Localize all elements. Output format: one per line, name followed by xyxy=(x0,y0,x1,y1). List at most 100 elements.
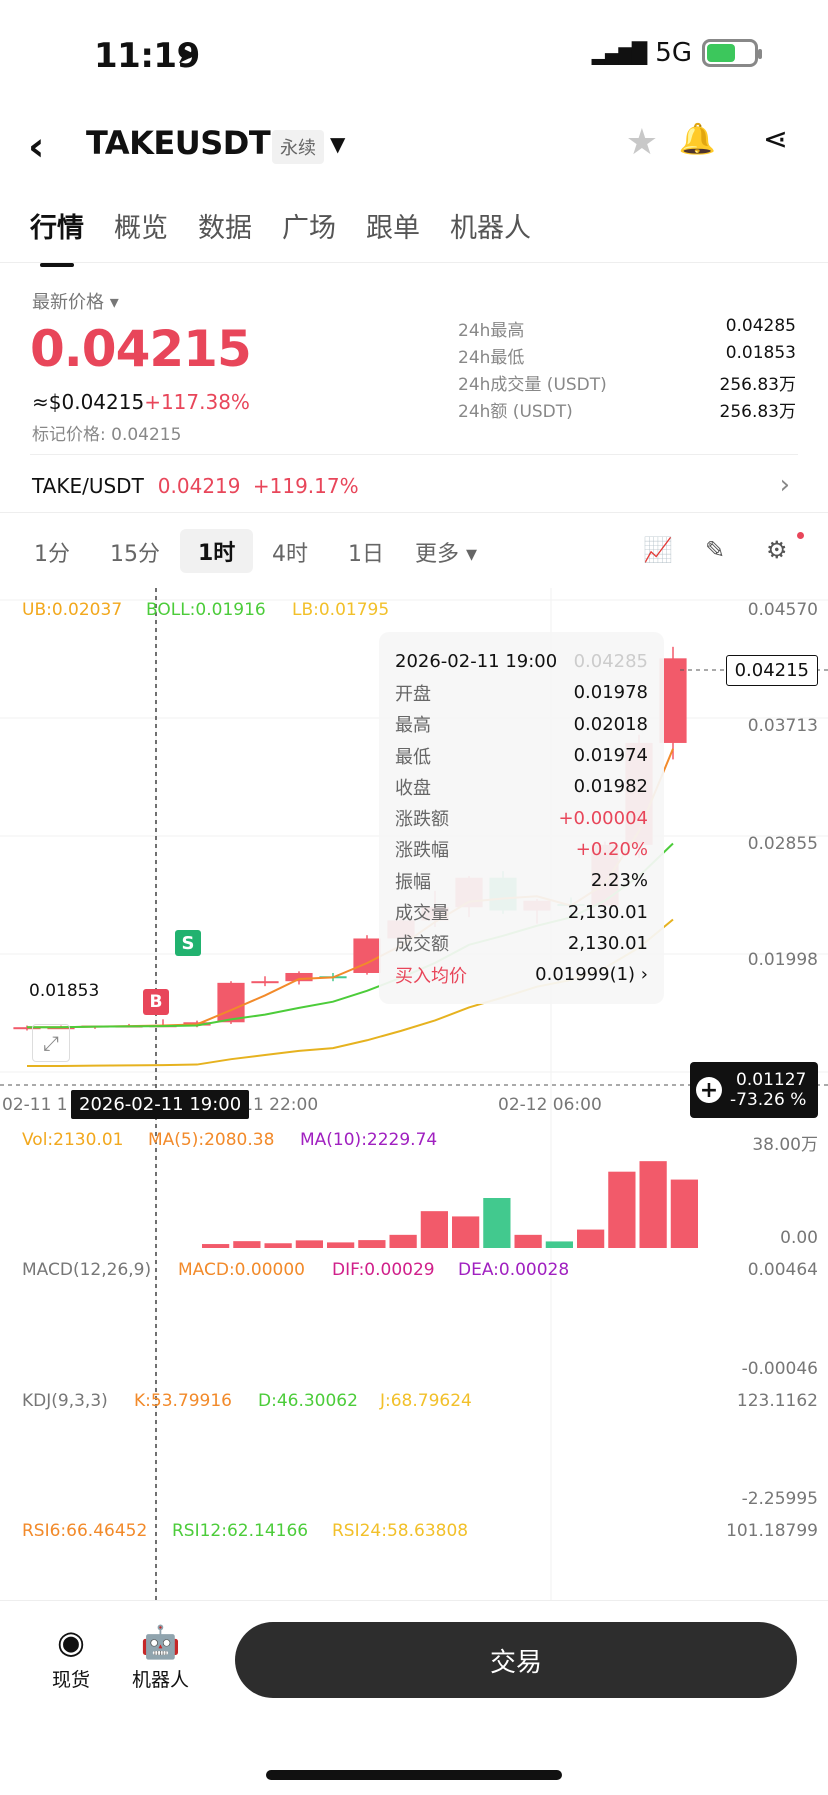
x-axis-label: 02-12 06:00 xyxy=(498,1095,602,1115)
tooltip-row: 成交量 2,130.01 xyxy=(395,901,648,925)
divider xyxy=(0,512,828,513)
buy-marker: B xyxy=(143,989,169,1015)
last-price-tag: 0.04215 xyxy=(725,655,818,686)
volume-bar xyxy=(514,1234,542,1248)
vol-label: Vol:2130.01 xyxy=(22,1130,124,1150)
volume-bar xyxy=(327,1242,355,1248)
tab-market[interactable]: 行情 xyxy=(30,206,84,267)
star-icon[interactable]: ★ xyxy=(626,122,658,163)
tab-data[interactable]: 数据 xyxy=(198,206,252,245)
y-axis-label: 0.01998 xyxy=(747,950,818,970)
volume-bar xyxy=(358,1240,386,1248)
interval-bar: 1分 15分 1时 4时 1日 更多 ▾ 📈 ✎ ⚙ xyxy=(0,522,828,580)
sell-marker: S xyxy=(175,930,201,956)
expand-icon[interactable]: ⤢ xyxy=(32,1024,70,1062)
interval-1d[interactable]: 1日 xyxy=(348,536,384,568)
last-price: 0.04215 xyxy=(30,320,252,378)
network-label: 5G xyxy=(655,38,692,68)
stats-24h: 24h最高 0.04285 24h最低 0.01853 24h成交量 (USDT) 2… xyxy=(458,316,796,424)
volume-bar xyxy=(264,1243,292,1248)
chevron-right-icon[interactable]: › xyxy=(780,470,790,500)
bell-plus-icon[interactable]: 🔔 xyxy=(679,122,716,157)
bot-button[interactable]: 🤖 机器人 xyxy=(132,1623,189,1692)
macd-dif: DIF:0.00029 xyxy=(332,1260,435,1280)
boll-ub: UB:0.02037 xyxy=(22,600,123,620)
notification-dot xyxy=(797,532,804,539)
kdj-title: KDJ(9,3,3) xyxy=(22,1391,108,1411)
kdj-max: 123.1162 xyxy=(736,1391,818,1411)
symbol-title[interactable]: TAKEUSDT xyxy=(86,124,271,162)
status-right: ▂▄▆█ 5G xyxy=(591,38,762,68)
header: ‹ TAKEUSDT 永续 ▼ ★ 🔔 ⋖ xyxy=(0,118,828,176)
volume-bar xyxy=(295,1240,323,1248)
indicator-icon[interactable]: 📈 xyxy=(643,536,673,564)
tab-bot[interactable]: 机器人 xyxy=(450,206,531,245)
interval-1m[interactable]: 1分 xyxy=(34,536,70,568)
ohlc-tooltip: 2026-02-11 19:00 0.04285 开盘 0.01978 最高 0.02… xyxy=(379,632,664,1004)
tab-square[interactable]: 广场 xyxy=(282,206,336,245)
y-axis-label: 0.02855 xyxy=(747,834,818,854)
y-axis-label: 0.03713 xyxy=(747,716,818,736)
kdj-d: D:46.30062 xyxy=(258,1391,358,1411)
rsi-12: RSI12:62.14166 xyxy=(172,1521,309,1541)
y-axis-label: 0.04570 xyxy=(747,600,818,620)
tooltip-row: 振幅 2.23% xyxy=(395,870,648,893)
battery-icon xyxy=(702,39,762,67)
spot-pair-row[interactable]: TAKE/USDT 0.04219 +119.17% xyxy=(32,474,359,498)
cursor-price-tag[interactable]: + 0.01127 -73.26 % xyxy=(690,1062,818,1118)
vol-max: 38.00万 xyxy=(752,1135,818,1155)
robot-icon: 🤖 xyxy=(140,1623,181,1661)
back-icon[interactable]: ‹ xyxy=(28,124,44,170)
boll-mid: BOLL:0.01916 xyxy=(146,600,266,620)
main-tabs: 行情 概览 数据 广场 跟单 机器人 xyxy=(30,206,531,267)
interval-15m[interactable]: 15分 xyxy=(110,536,160,568)
volume-bar xyxy=(202,1244,230,1248)
x-axis-label: 02-11 1 xyxy=(2,1095,68,1115)
interval-4h[interactable]: 4时 xyxy=(272,536,308,568)
interval-1h[interactable]: 1时 xyxy=(180,529,254,573)
kdj-j: J:68.79624 xyxy=(380,1391,472,1411)
draw-pencil-icon[interactable]: ✎ xyxy=(705,536,725,564)
interval-more[interactable]: 更多 ▾ xyxy=(415,536,477,568)
macd-max: 0.00464 xyxy=(747,1260,818,1280)
kdj-k: K:53.79916 xyxy=(134,1391,232,1411)
candle xyxy=(217,982,245,1023)
home-indicator xyxy=(266,1770,562,1780)
volume-bar xyxy=(233,1241,261,1248)
spot-button[interactable]: ◉ 现货 xyxy=(52,1623,90,1692)
macd-value: MACD:0.00000 xyxy=(178,1260,305,1280)
contract-tag[interactable]: 永续 xyxy=(272,130,324,164)
spot-icon: ◉ xyxy=(57,1623,85,1661)
volume-bar xyxy=(670,1179,698,1248)
macd-dea: DEA:0.00028 xyxy=(458,1260,570,1280)
vol-ma5: MA(5):2080.38 xyxy=(148,1130,275,1150)
price-label[interactable]: 最新价格 ▾ xyxy=(32,288,119,314)
location-icon: ➤ xyxy=(176,40,198,70)
tooltip-row: 涨跌幅 +0.20% xyxy=(395,838,648,862)
volume-bar xyxy=(452,1216,480,1248)
cursor-time-tag: 2026-02-11 19:00 xyxy=(71,1090,250,1119)
mark-price: 标记价格: 0.04215 xyxy=(32,425,182,445)
volume-bar xyxy=(420,1211,448,1248)
macd-title: MACD(12,26,9) xyxy=(22,1260,152,1280)
stat-row: 24h最低 0.01853 xyxy=(458,343,796,368)
chevron-down-icon[interactable]: ▼ xyxy=(330,132,345,156)
kdj-min: -2.25995 xyxy=(741,1489,818,1509)
settings-gear-icon[interactable]: ⚙ xyxy=(766,536,788,564)
trade-button[interactable]: 交易 xyxy=(235,1622,797,1698)
divider xyxy=(30,454,798,455)
share-icon[interactable]: ⋖ xyxy=(763,122,788,157)
low-price-marker: 0.01853 xyxy=(26,980,103,1002)
tab-copy[interactable]: 跟单 xyxy=(366,206,420,245)
tooltip-row: 成交额 2,130.01 xyxy=(395,932,648,956)
signal-icon: ▂▄▆█ xyxy=(591,41,648,65)
tab-overview[interactable]: 概览 xyxy=(114,206,168,245)
tooltip-row: 涨跌额 +0.00004 xyxy=(395,807,648,831)
volume-bar xyxy=(608,1171,636,1248)
rsi-24: RSI24:58.63808 xyxy=(332,1521,469,1541)
volume-bar xyxy=(577,1229,605,1248)
rsi-max: 101.18799 xyxy=(726,1521,818,1541)
divider xyxy=(0,262,828,263)
plus-icon[interactable]: + xyxy=(696,1077,722,1103)
stat-row: 24h额 (USDT) 256.83万 xyxy=(458,402,796,422)
